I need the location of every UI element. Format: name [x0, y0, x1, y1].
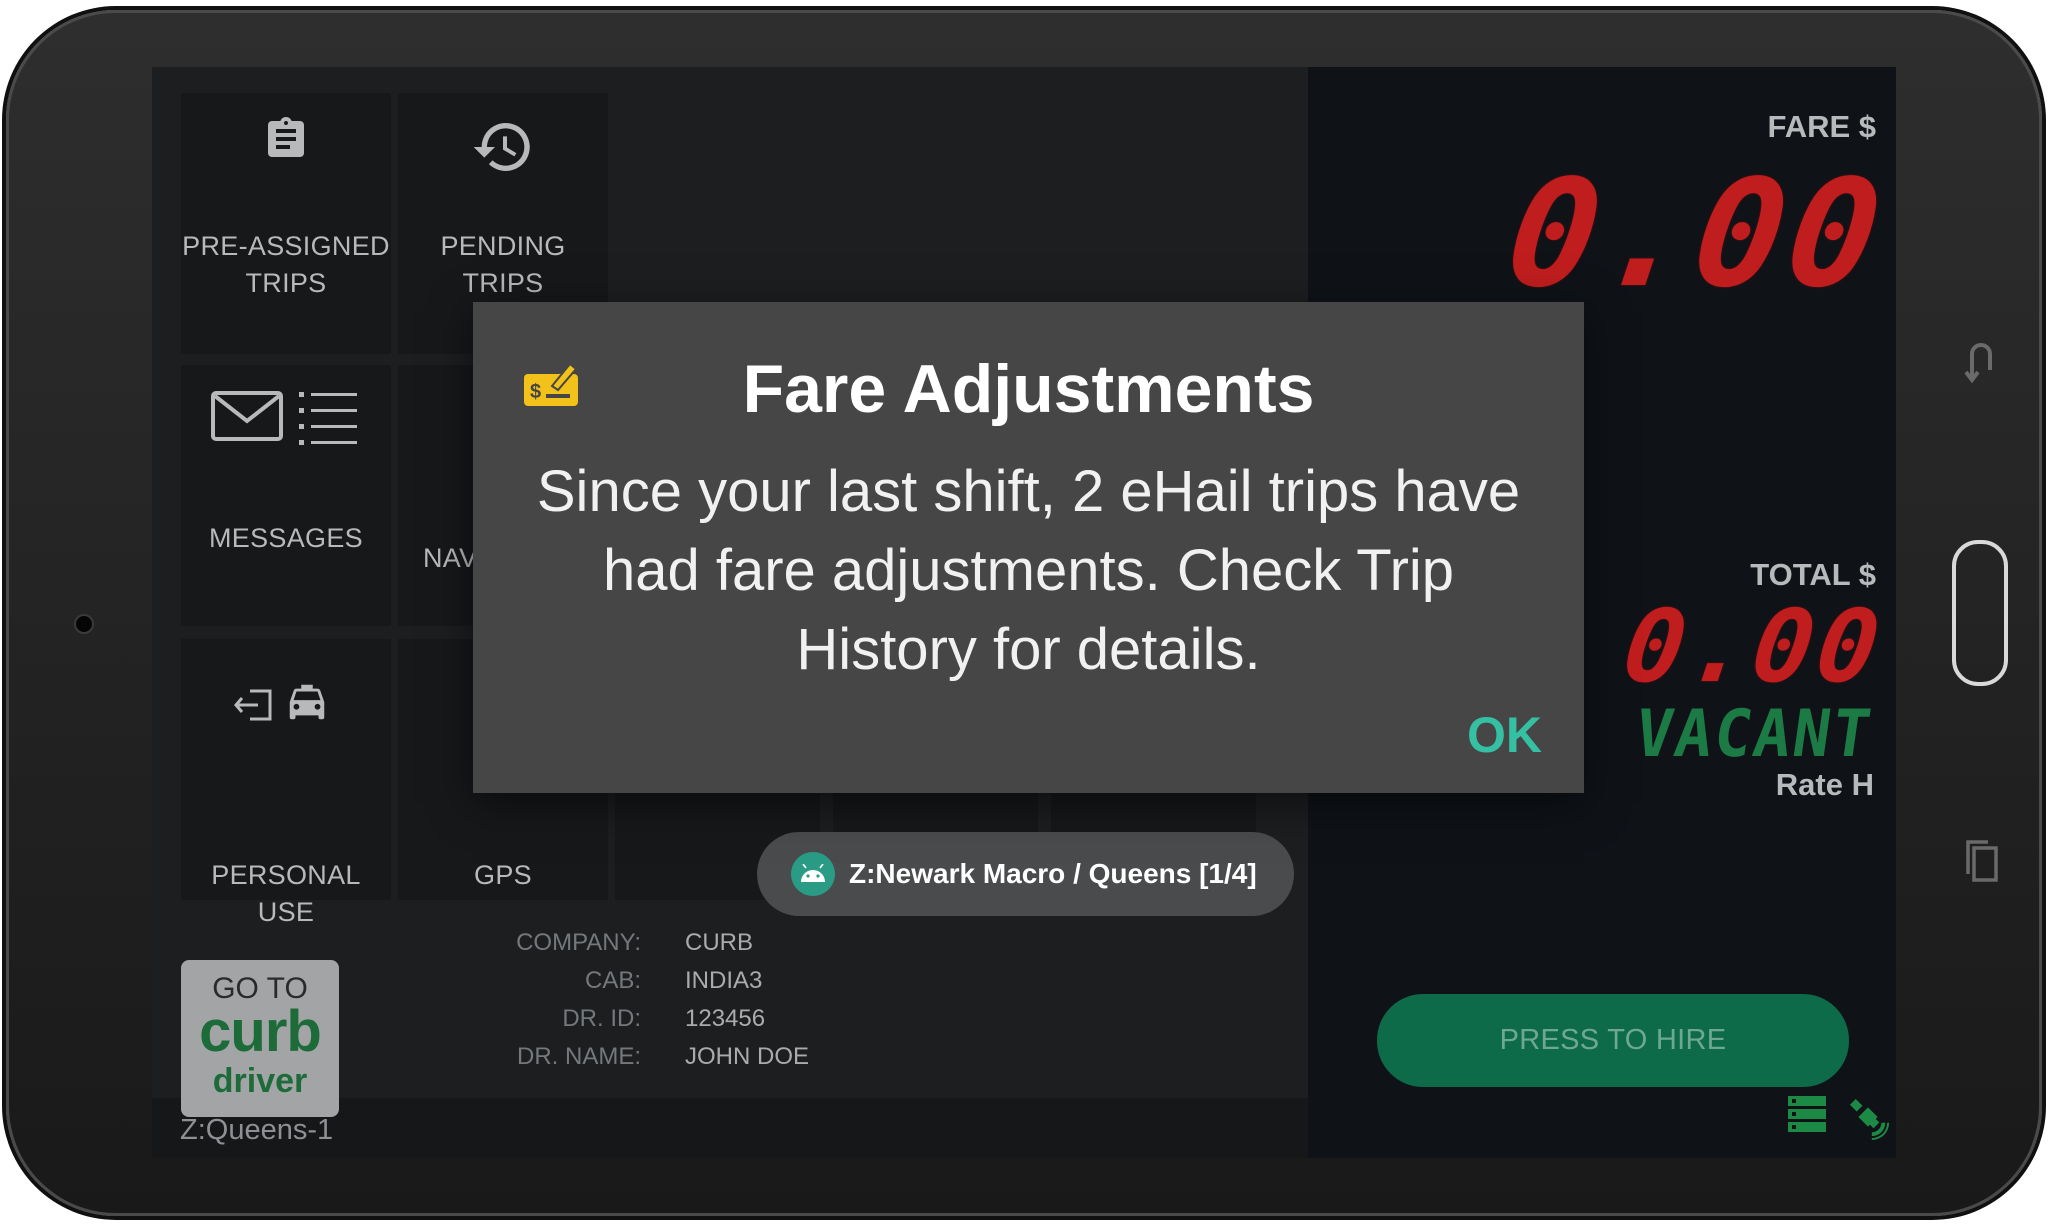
company-key: COMPANY: — [516, 929, 641, 956]
zone-toast: Z:Newark Macro / Queens [1/4] — [757, 832, 1294, 916]
fare-adjustments-dialog: $ Fare Adjustments Since your last shift… — [473, 302, 1584, 793]
driver-name-key: DR. NAME: — [516, 1043, 641, 1070]
total-value: 0.00 — [1617, 588, 1891, 705]
driver-name-value: JOHN DOE — [685, 1043, 810, 1070]
history-icon — [398, 115, 608, 184]
cab-value: INDIA3 — [685, 967, 763, 994]
envelope-icon — [211, 391, 283, 446]
ok-button[interactable]: OK — [1467, 706, 1542, 764]
dialog-message: Since your last shift, 2 eHail trips hav… — [536, 459, 1521, 682]
toast-text: Z:Newark Macro / Queens [1/4] — [849, 858, 1257, 889]
press-to-hire-button[interactable]: PRESS TO HIRE — [1377, 994, 1849, 1087]
go-to-curb-driver-button[interactable]: GO TO curb driver — [181, 960, 339, 1117]
zone-label: Z:Queens-1 — [180, 1114, 334, 1146]
server-icon — [1788, 1096, 1826, 1132]
curb-line3: driver — [212, 1062, 308, 1100]
tile-label: PENDING TRIPS — [440, 231, 566, 298]
tile-pre-assigned-trips[interactable]: PRE-ASSIGNED TRIPS — [181, 93, 391, 354]
list-icon — [299, 389, 359, 452]
rate-label: Rate H — [1775, 767, 1874, 802]
back-icon[interactable] — [1964, 340, 1998, 384]
company-value: CURB — [685, 929, 754, 956]
android-icon — [791, 852, 835, 896]
cab-key: CAB: — [584, 967, 641, 994]
tile-label: MESSAGES — [209, 523, 363, 553]
home-icon[interactable] — [1952, 540, 2008, 686]
taxi-icon — [282, 679, 332, 730]
front-camera — [74, 614, 94, 634]
tile-label: PRE-ASSIGNED TRIPS — [182, 231, 390, 298]
curb-logo: curb — [199, 999, 322, 1064]
status-vacant: VACANT — [1630, 695, 1878, 772]
recents-icon[interactable] — [1964, 838, 2000, 884]
driver-id-key: DR. ID: — [562, 1005, 641, 1032]
fare-label: FARE $ — [1767, 109, 1876, 144]
clipboard-icon — [181, 115, 391, 168]
fare-value: 0.00 — [1497, 148, 1895, 320]
tile-messages[interactable]: MESSAGES — [181, 365, 391, 626]
satellite-icon — [1849, 1098, 1890, 1140]
tile-label: PERSONAL USE — [211, 860, 361, 927]
tile-personal-use[interactable]: PERSONAL USE — [181, 639, 391, 927]
tile-label: GPS — [474, 860, 532, 890]
dialog-title: Fare Adjustments — [742, 351, 1315, 427]
driver-id-value: 123456 — [685, 1005, 766, 1032]
exit-icon — [234, 687, 274, 728]
